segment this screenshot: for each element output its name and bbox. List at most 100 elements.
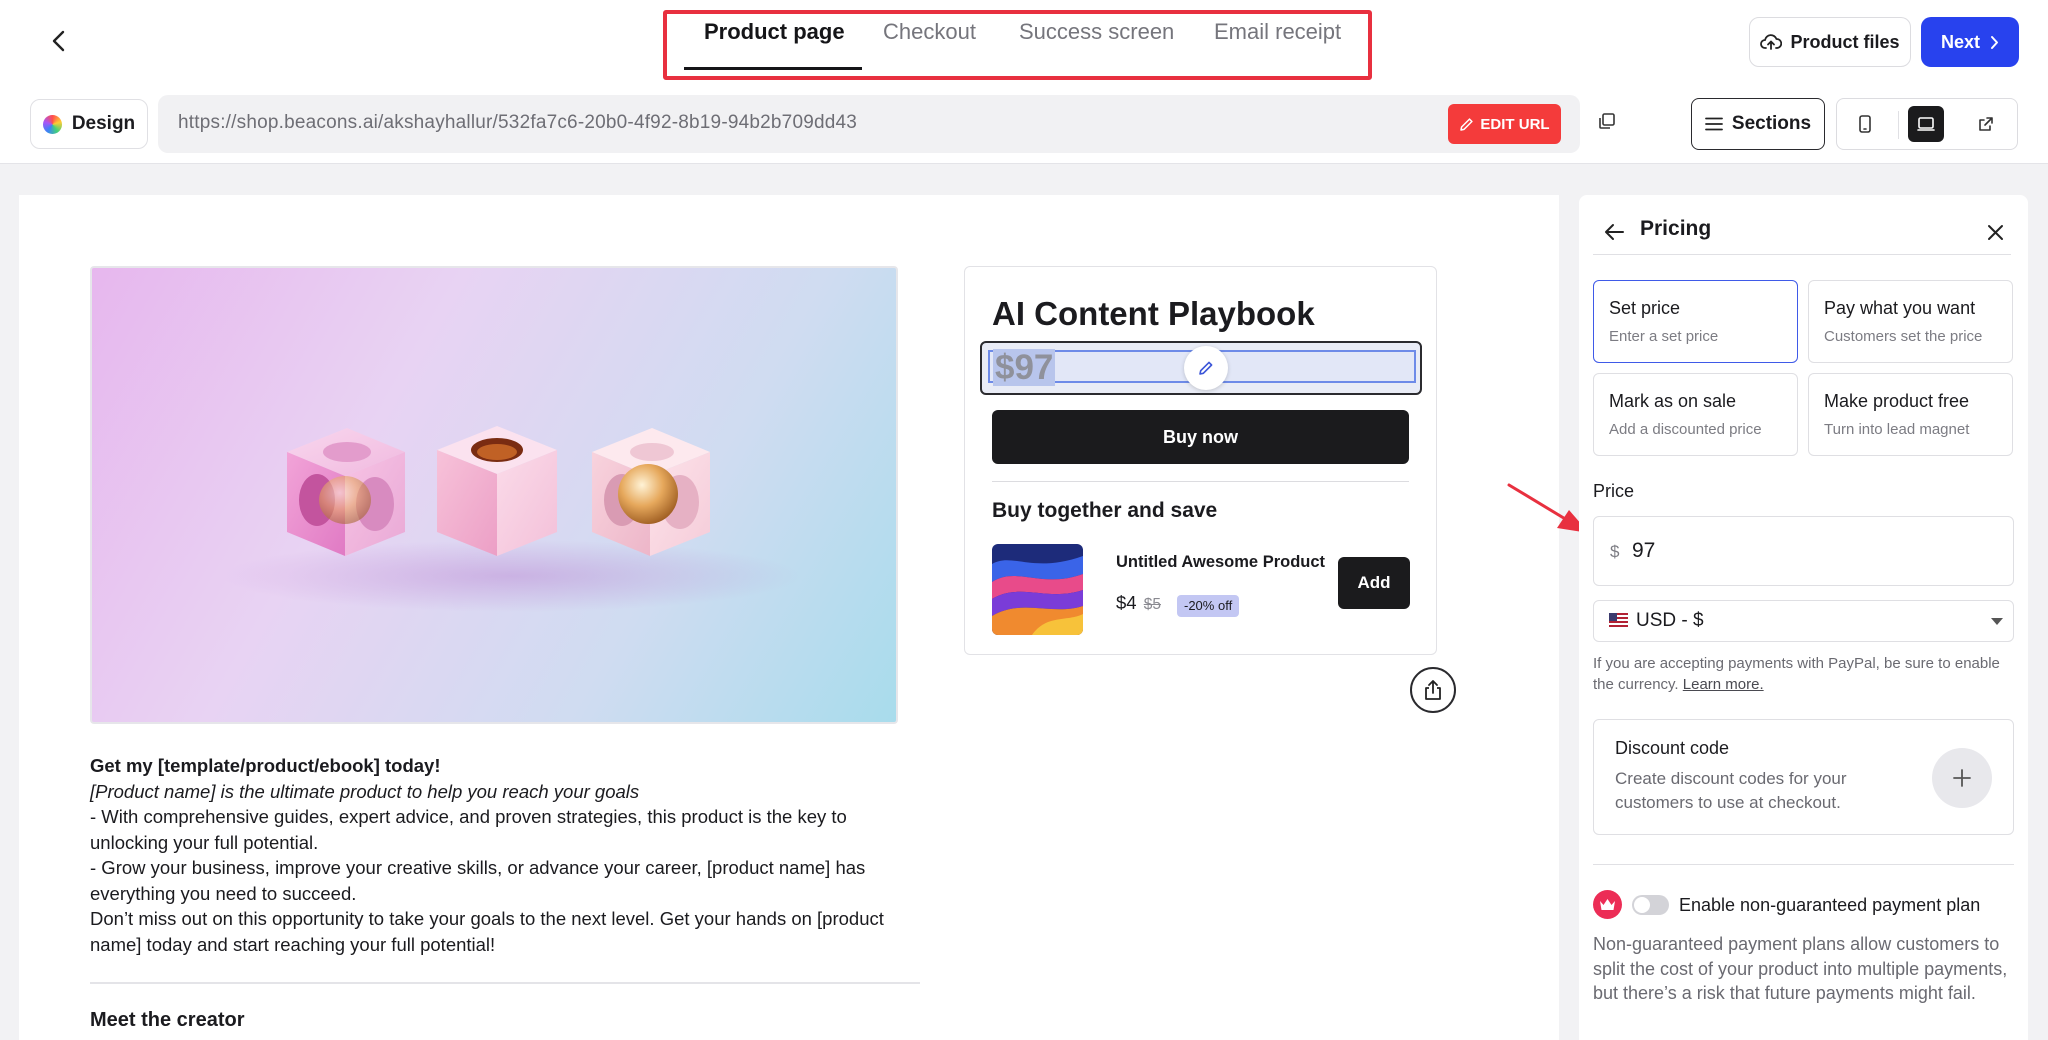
- option-subtitle: Add a discounted price: [1609, 421, 1762, 438]
- section-divider: [90, 982, 920, 984]
- copy-icon: [1599, 113, 1615, 129]
- edit-price-button[interactable]: [1184, 346, 1228, 390]
- cloud-upload-icon: [1760, 34, 1783, 50]
- mobile-preview-button[interactable]: [1847, 106, 1883, 142]
- pricing-panel: Pricing Set price Enter a set price Pay …: [1579, 195, 2028, 1040]
- bundle-sale-price: $4: [1116, 592, 1137, 613]
- option-subtitle: Turn into lead magnet: [1824, 421, 1970, 438]
- payment-plan-toggle[interactable]: [1632, 895, 1669, 915]
- product-price: $97: [993, 348, 1056, 387]
- product-files-button[interactable]: Product files: [1749, 17, 1911, 67]
- chevron-left-icon: [52, 30, 65, 52]
- price-block-selected[interactable]: $97: [980, 341, 1422, 395]
- price-field: $: [1593, 516, 2014, 586]
- tab-email-receipt[interactable]: Email receipt: [1214, 16, 1341, 52]
- option-subtitle: Customers set the price: [1824, 328, 1983, 345]
- cubes-illustration: [222, 426, 802, 612]
- product-files-label: Product files: [1790, 31, 1900, 52]
- currency-symbol: $: [1610, 542, 1620, 561]
- option-set-price[interactable]: Set price Enter a set price: [1593, 280, 1798, 363]
- product-title[interactable]: AI Content Playbook: [992, 295, 1315, 333]
- meet-creator-heading: Meet the creator: [90, 1009, 245, 1031]
- description-tagline: [Product name] is the ultimate product t…: [90, 780, 640, 802]
- currency-value: USD - $: [1636, 610, 1704, 631]
- pencil-icon: [1460, 117, 1474, 131]
- design-button[interactable]: Design: [30, 99, 148, 149]
- active-tab-indicator: [684, 67, 862, 70]
- url-bar[interactable]: https://shop.beacons.ai/akshayhallur/532…: [158, 95, 1580, 153]
- price-input[interactable]: [1632, 533, 1992, 569]
- description-headline: Get my [template/product/ebook] today!: [90, 755, 441, 776]
- product-hero-image[interactable]: [90, 266, 898, 724]
- product-page-preview: Get my [template/product/ebook] today! […: [19, 195, 1559, 1040]
- arrow-left-icon[interactable]: [1603, 222, 1625, 242]
- tab-product-page[interactable]: Product page: [704, 16, 845, 52]
- bundle-original-price: $5: [1143, 596, 1161, 613]
- top-bar: Product page Checkout Success screen Ema…: [0, 0, 2048, 164]
- tab-success-screen[interactable]: Success screen: [1019, 16, 1174, 52]
- currency-select[interactable]: USD - $: [1593, 600, 2014, 642]
- paypal-note: If you are accepting payments with PayPa…: [1593, 653, 2013, 695]
- chevron-right-icon: [1991, 35, 1998, 49]
- bundle-price: $4 $5: [1116, 592, 1161, 614]
- back-button[interactable]: [44, 26, 74, 56]
- pricing-panel-header: Pricing: [1593, 215, 2011, 255]
- crown-icon: [1593, 890, 1622, 919]
- toggle-knob: [1634, 897, 1650, 913]
- desktop-preview-button[interactable]: [1908, 106, 1944, 142]
- next-label: Next: [1940, 31, 1980, 52]
- device-preview-toggle: [1836, 98, 2018, 150]
- card-divider: [992, 481, 1409, 482]
- open-preview-button[interactable]: [1968, 106, 2004, 142]
- description-bullet-2: - Grow your business, improve your creat…: [90, 857, 866, 904]
- device-divider: [1898, 111, 1899, 139]
- pricing-title: Pricing: [1640, 217, 1712, 240]
- bundle-heading: Buy together and save: [992, 499, 1218, 522]
- copy-url-button[interactable]: [1598, 112, 1616, 130]
- share-button[interactable]: [1410, 667, 1456, 713]
- option-make-free[interactable]: Make product free Turn into lead magnet: [1808, 373, 2013, 456]
- price-label: Price: [1593, 481, 1635, 501]
- payment-plan-note: Non-guaranteed payment plans allow custo…: [1593, 934, 2008, 1003]
- option-mark-on-sale[interactable]: Mark as on sale Add a discounted price: [1593, 373, 1798, 456]
- close-icon[interactable]: [1987, 224, 2004, 241]
- product-card: AI Content Playbook $97 Buy now Buy toge…: [964, 266, 1437, 655]
- buy-now-button[interactable]: Buy now: [992, 410, 1409, 464]
- product-description[interactable]: Get my [template/product/ebook] today! […: [90, 753, 920, 957]
- add-discount-button[interactable]: [1932, 748, 1992, 808]
- product-url: https://shop.beacons.ai/akshayhallur/532…: [178, 112, 858, 133]
- menu-icon: [1704, 117, 1723, 131]
- learn-more-link[interactable]: Learn more.: [1683, 676, 1764, 693]
- discount-code-card: Discount code Create discount codes for …: [1593, 719, 2014, 835]
- sections-label: Sections: [1731, 113, 1812, 134]
- discount-subtitle: Create discount codes for your customers…: [1615, 769, 1847, 812]
- bundle-product-name: Untitled Awesome Product: [1116, 553, 1326, 571]
- add-bundle-button[interactable]: Add: [1338, 557, 1410, 609]
- edit-url-button[interactable]: EDIT URL: [1448, 104, 1561, 144]
- option-title: Make product free: [1824, 391, 1970, 411]
- design-label: Design: [71, 113, 136, 134]
- discount-title: Discount code: [1615, 738, 1730, 758]
- bundle-product-thumbnail: [992, 544, 1083, 635]
- laptop-icon: [1917, 117, 1935, 131]
- option-pay-what-you-want[interactable]: Pay what you want Customers set the pric…: [1808, 280, 2013, 363]
- option-title: Set price: [1609, 298, 1681, 318]
- description-closing: Don’t miss out on this opportunity to ta…: [90, 908, 884, 955]
- tab-checkout[interactable]: Checkout: [883, 16, 976, 52]
- us-flag-icon: [1609, 613, 1628, 627]
- sections-button[interactable]: Sections: [1691, 98, 1825, 150]
- share-icon: [1425, 680, 1441, 700]
- discount-badge: -20% off: [1177, 595, 1240, 617]
- chevron-down-icon: [1991, 618, 2003, 625]
- phone-icon: [1859, 115, 1871, 133]
- next-button[interactable]: Next: [1921, 17, 2019, 67]
- option-title: Pay what you want: [1824, 298, 1976, 318]
- plus-icon: [1953, 769, 1971, 787]
- pencil-icon: [1199, 361, 1213, 375]
- edit-url-label: EDIT URL: [1480, 115, 1550, 133]
- option-subtitle: Enter a set price: [1609, 328, 1719, 345]
- external-link-icon: [1979, 117, 1993, 131]
- paypal-note-text: If you are accepting payments with PayPa…: [1593, 655, 2000, 693]
- color-wheel-icon: [42, 114, 62, 134]
- panel-divider: [1593, 864, 2014, 865]
